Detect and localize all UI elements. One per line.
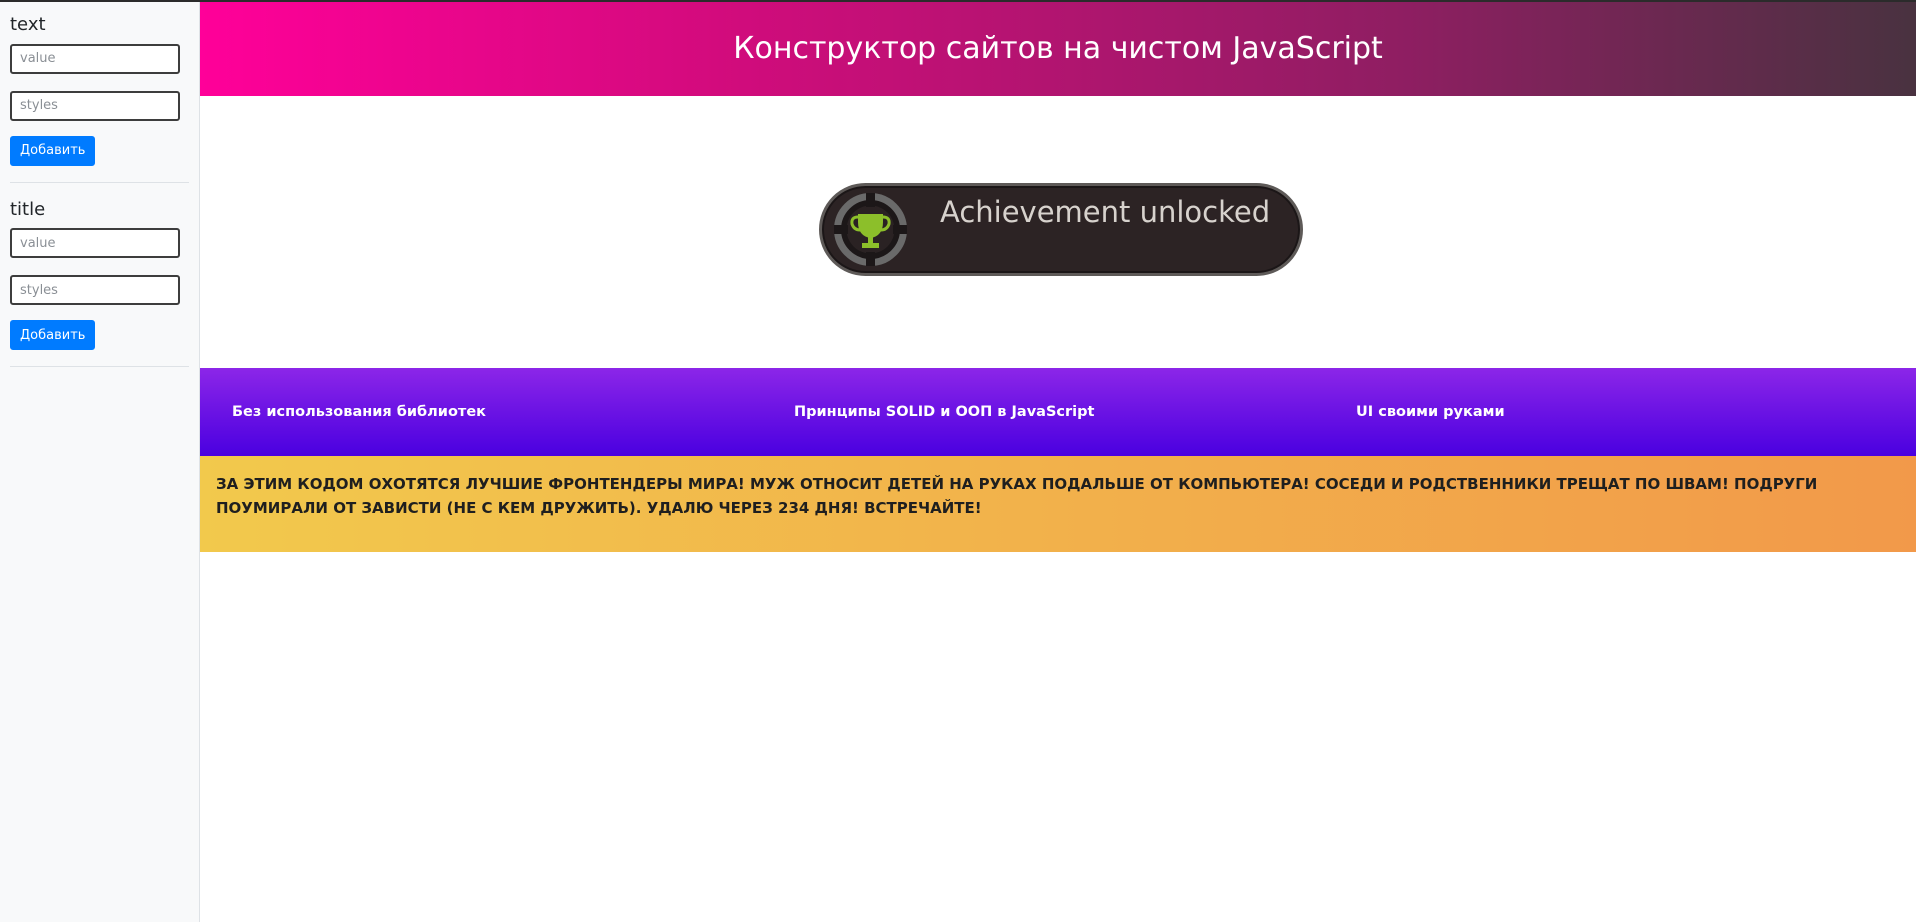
achievement-image: Achievement unlocked: [819, 183, 1303, 276]
text-styles-input[interactable]: [10, 90, 180, 121]
title-block-panel: title Добавить: [10, 199, 189, 368]
add-title-button[interactable]: Добавить: [10, 320, 96, 351]
title-value-input[interactable]: [10, 228, 180, 259]
features-row: Без использования библиотек Принципы SOL…: [200, 368, 1916, 456]
trophy-icon: [834, 193, 907, 266]
feature-item: Принципы SOLID и ООП в JavaScript: [794, 404, 1095, 420]
site-preview: Конструктор сайтов на чистом JavaScript …: [200, 2, 1916, 552]
panel-title-text: text: [10, 14, 46, 35]
achievement-text: Achievement unlocked: [940, 195, 1271, 229]
image-block: Achievement unlocked: [200, 96, 1916, 368]
site-header: Конструктор сайтов на чистом JavaScript: [200, 2, 1916, 96]
feature-item: UI своими руками: [1356, 404, 1505, 420]
add-text-button[interactable]: Добавить: [10, 135, 96, 166]
banner-text: ЗА ЭТИМ КОДОМ ОХОТЯТСЯ ЛУЧШИЕ ФРОНТЕНДЕР…: [216, 475, 1818, 517]
promo-banner: ЗА ЭТИМ КОДОМ ОХОТЯТСЯ ЛУЧШИЕ ФРОНТЕНДЕР…: [200, 456, 1916, 552]
sidebar: text Добавить title Добавить: [0, 2, 200, 922]
text-block-panel: text Добавить: [10, 14, 189, 183]
page-title: Конструктор сайтов на чистом JavaScript: [733, 30, 1383, 66]
title-styles-input[interactable]: [10, 275, 180, 306]
feature-item: Без использования библиотек: [232, 404, 486, 420]
panel-title-title: title: [10, 198, 46, 220]
text-value-input[interactable]: [10, 43, 180, 74]
